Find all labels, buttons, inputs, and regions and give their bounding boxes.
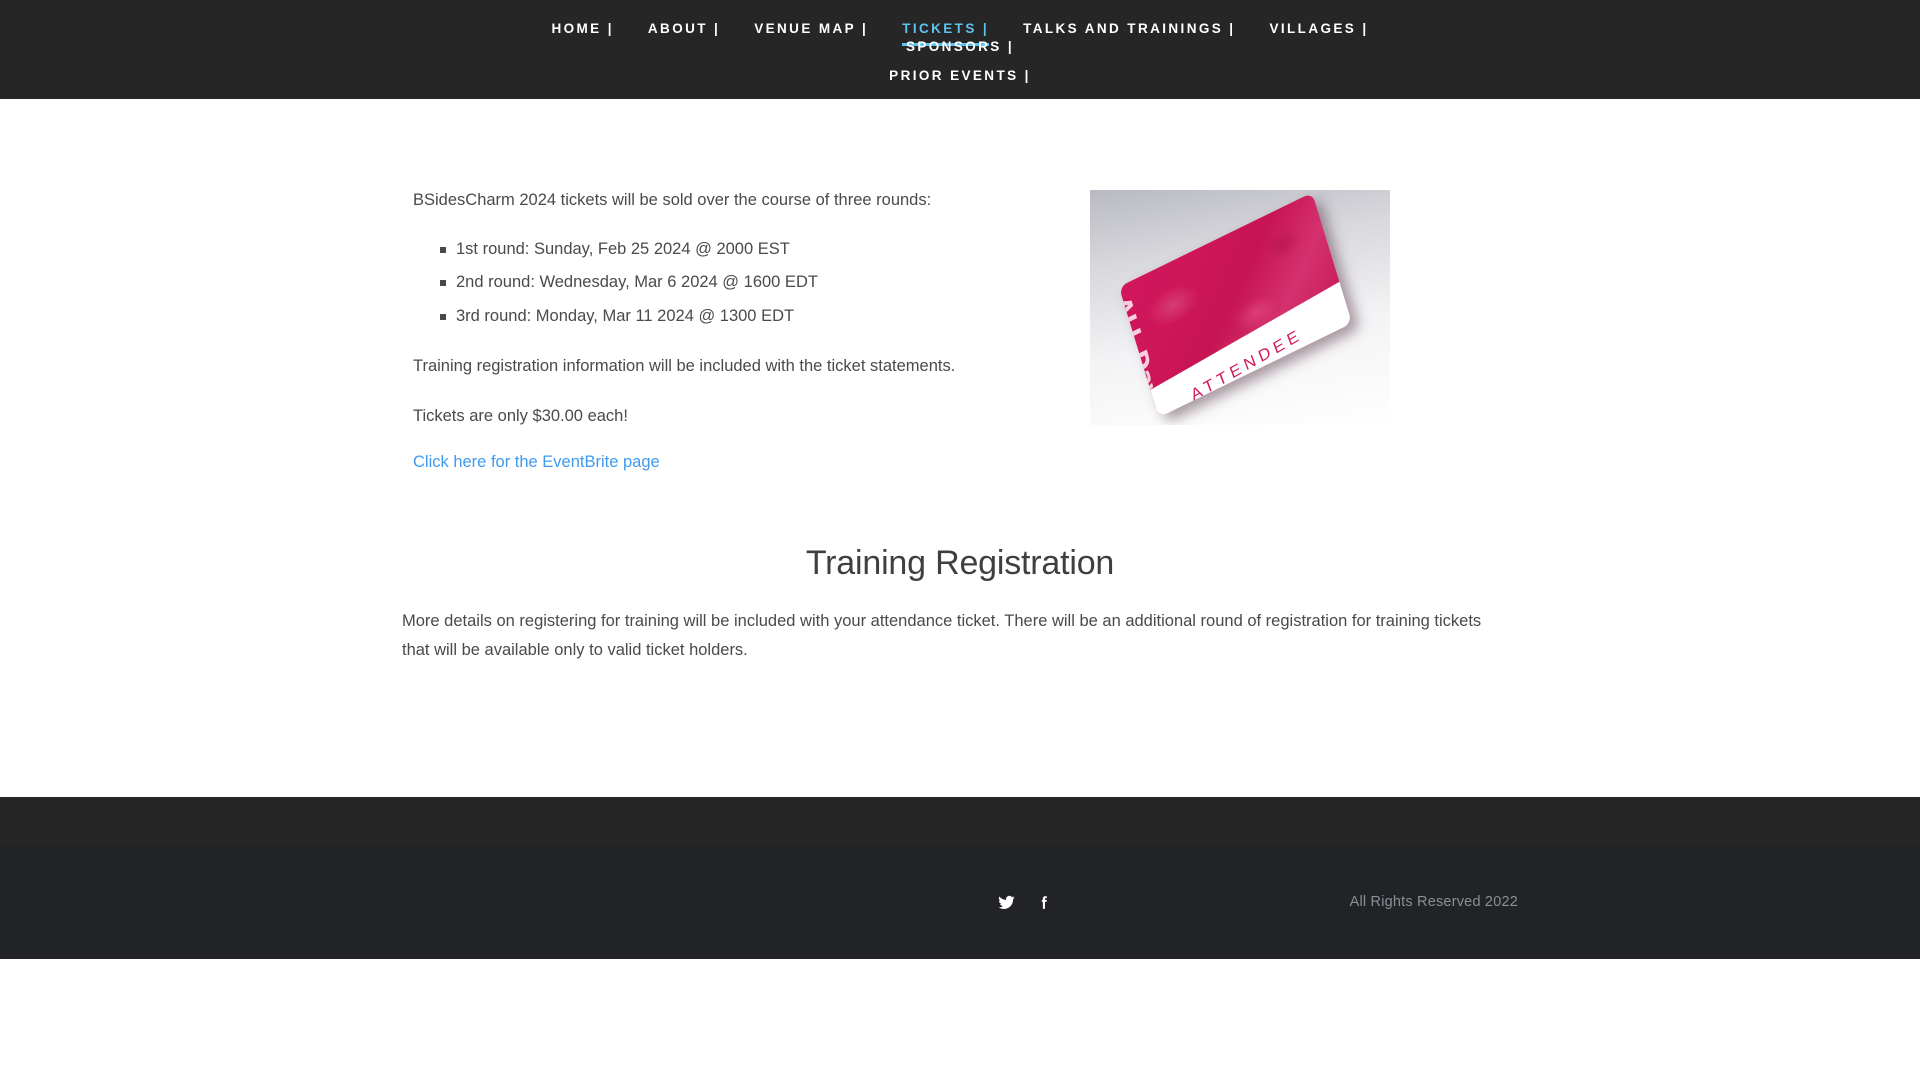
nav-talks-and-trainings[interactable]: TALKS AND TRAININGS | (1006, 20, 1252, 38)
ticket-price-paragraph: Tickets are only $30.00 each! (413, 407, 628, 426)
page-bottom-whitespace (0, 959, 1920, 1080)
ticket-round-item: 1st round: Sunday, Feb 25 2024 @ 2000 ES… (440, 237, 1020, 263)
nav-sponsors[interactable]: SPONSORS | (889, 38, 1031, 56)
badge-attendee-label: ATTENDEE (1188, 324, 1305, 405)
site-header: HOME | ABOUT | VENUE MAP | TICKETS | TALKS A… (0, 0, 1920, 99)
nav-tickets[interactable]: TICKETS | (885, 20, 1006, 46)
primary-navigation-second-row: PRIOR EVENTS | (510, 67, 1410, 85)
nav-about[interactable]: ABOUT | (631, 20, 737, 38)
nav-prior-events[interactable]: PRIOR EVENTS | (872, 67, 1048, 85)
nav-villages[interactable]: VILLAGES | (1252, 20, 1385, 38)
ticket-round-item: 2nd round: Wednesday, Mar 6 2024 @ 1600 … (440, 270, 1020, 296)
footer-top-bar (0, 797, 1920, 846)
social-links (996, 892, 1054, 912)
main-content: BSidesCharm 2024 tickets will be sold ov… (0, 99, 1920, 798)
badge-image-column: ALL Day Pass ATTENDEE (1020, 186, 1520, 425)
nav-venue-map[interactable]: VENUE MAP | (737, 20, 885, 38)
training-registration-body: More details on registering for training… (402, 612, 1482, 660)
ticket-round-item: 3rd round: Monday, Mar 11 2024 @ 1300 ED… (440, 304, 1020, 330)
facebook-icon[interactable] (1034, 892, 1054, 912)
eventbrite-link[interactable]: Click here for the EventBrite page (413, 453, 660, 471)
copyright-text: All Rights Reserved 2022 (1349, 894, 1518, 911)
twitter-icon[interactable] (996, 892, 1016, 912)
training-registration-section: Training Registration More details on re… (400, 472, 1520, 665)
badge-card: ALL Day Pass ATTENDEE (1118, 192, 1353, 418)
tickets-text-column: BSidesCharm 2024 tickets will be sold ov… (400, 186, 1020, 472)
primary-navigation: HOME | ABOUT | VENUE MAP | TICKETS | TALKS A… (510, 20, 1410, 56)
nav-home[interactable]: HOME | (534, 20, 630, 38)
training-note-paragraph: Training registration information will b… (413, 356, 956, 375)
badge-white-band: ATTENDEE (1136, 267, 1353, 418)
attendee-badge-image: ALL Day Pass ATTENDEE (1090, 190, 1390, 425)
tickets-section: BSidesCharm 2024 tickets will be sold ov… (400, 99, 1520, 472)
site-footer: All Rights Reserved 2022 (0, 845, 1920, 960)
footer-spacer (0, 665, 1920, 797)
ticket-rounds-list: 1st round: Sunday, Feb 25 2024 @ 2000 ES… (413, 237, 1020, 330)
training-registration-heading: Training Registration (805, 544, 1115, 583)
tickets-intro-paragraph: BSidesCharm 2024 tickets will be sold ov… (413, 191, 932, 209)
